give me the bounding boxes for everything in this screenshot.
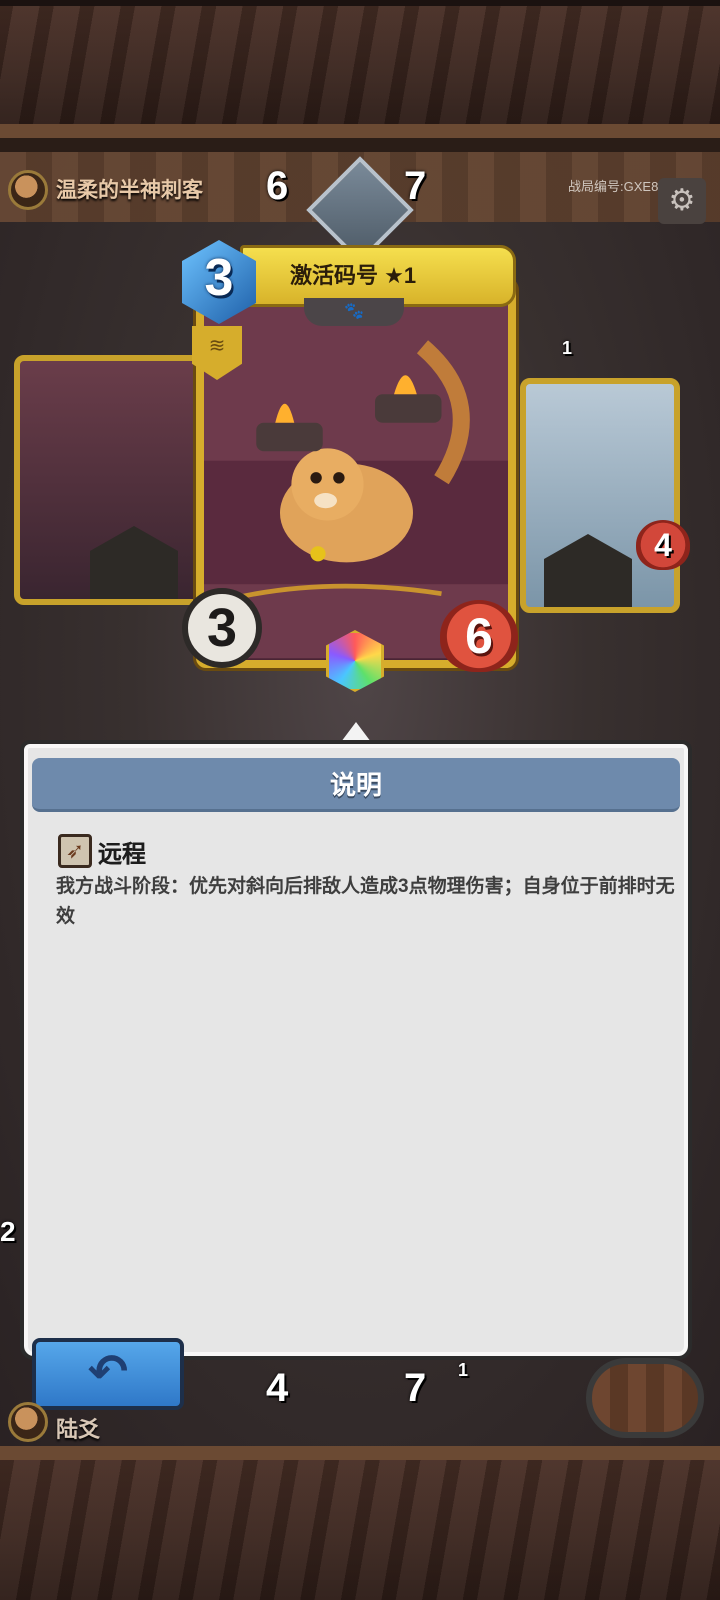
player-avatar[interactable] [8, 1402, 48, 1442]
player-stat-left: 4 [266, 1366, 289, 1410]
player-name: 陆爻 [56, 1417, 101, 1442]
card-attack: 3 [182, 588, 262, 668]
card-title: 激活码号 ★1 [290, 263, 417, 288]
right-card-hex-slot [544, 534, 632, 607]
bow-icon: ➶ [58, 834, 92, 868]
left-card-hex-slot [90, 526, 178, 599]
opponent-stat-left: 6 [266, 164, 289, 208]
ability-name: 远程 [98, 841, 146, 868]
card-cost: 3 [204, 249, 234, 307]
panel-title: 说明 [329, 770, 382, 800]
right-side-card[interactable] [520, 378, 680, 613]
paw-icon: 🐾 [304, 298, 404, 326]
ability-description: 我方战斗阶段：优先对斜向后排敌人造成3点物理伤害；自身位于前排时无效 [56, 876, 675, 927]
battle-id: 战局编号:GXE8 [568, 179, 659, 194]
description-panel [20, 740, 692, 1360]
bottom-wood-frame [0, 1446, 720, 1600]
player-small-count: 1 [458, 1360, 469, 1380]
back-button[interactable]: ↶ [32, 1338, 184, 1410]
player-stat-right: 7 [404, 1366, 427, 1410]
side-count: 2 [0, 1216, 16, 1247]
right-card-shield-count: 1 [562, 338, 573, 358]
gear-icon[interactable]: ⚙ [658, 178, 706, 224]
opponent-avatar[interactable] [8, 170, 48, 210]
barrel-button[interactable] [586, 1358, 704, 1438]
back-arrow-icon: ↶ [87, 1346, 129, 1399]
opponent-stat-right: 7 [404, 164, 427, 208]
top-wood-frame [0, 0, 720, 138]
left-side-card[interactable] [14, 355, 204, 605]
right-card-health: 4 [636, 520, 690, 570]
game-screen: 温柔的半神刺客 6 7 战局编号:GXE8 ⚙ 1 4 激活码号 ★1 🐾 3 … [0, 0, 720, 1600]
opponent-name: 温柔的半神刺客 [56, 179, 203, 202]
card-health: 6 [440, 600, 518, 672]
top-shade [0, 0, 720, 6]
